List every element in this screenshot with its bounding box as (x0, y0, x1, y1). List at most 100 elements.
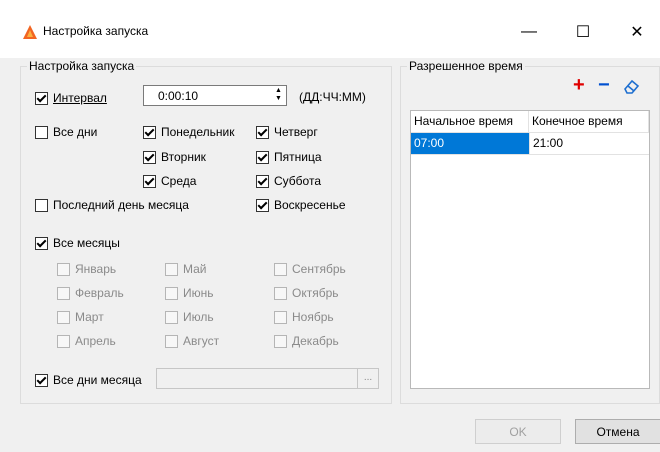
spin-arrows[interactable]: ▲ ▼ (274, 87, 283, 104)
interval-checkbox[interactable]: Интервал (35, 91, 107, 105)
check-box[interactable] (57, 310, 70, 324)
spin-down-icon[interactable]: ▼ (274, 95, 283, 103)
month-april-checkbox[interactable]: Апрель (57, 334, 116, 348)
weekday-label: Суббота (274, 174, 321, 188)
month-february-checkbox[interactable]: Февраль (57, 286, 124, 300)
all-months-label: Все месяцы (53, 236, 120, 250)
check-box[interactable] (57, 286, 70, 300)
weekday-label: Воскресенье (274, 198, 346, 212)
month-label: Январь (75, 262, 117, 276)
interval-check-box[interactable] (35, 91, 48, 105)
window-title: Настройка запуска (43, 24, 149, 38)
interval-spinbox[interactable]: 0:00:10 ▲ ▼ (143, 85, 287, 106)
check-box[interactable] (256, 150, 269, 164)
interval-value[interactable]: 0:00:10 (158, 89, 198, 103)
interval-format-hint: (ДД:ЧЧ:ММ) (299, 90, 366, 104)
check-box[interactable] (165, 310, 178, 324)
ok-button[interactable]: OK (475, 419, 561, 444)
launch-settings-group-label: Настройка запуска (27, 59, 137, 73)
month-september-checkbox[interactable]: Сентябрь (274, 262, 346, 276)
month-december-checkbox[interactable]: Декабрь (274, 334, 339, 348)
all-month-days-checkbox[interactable]: Все дни месяца (35, 373, 142, 387)
month-may-checkbox[interactable]: Май (165, 262, 207, 276)
close-button[interactable]: ✕ (614, 14, 660, 50)
month-october-checkbox[interactable]: Октябрь (274, 286, 339, 300)
maximize-button[interactable]: ☐ (560, 14, 606, 50)
title-bar: Настройка запуска — ☐ ✕ (0, 0, 660, 58)
cancel-button[interactable]: Отмена (575, 419, 660, 444)
column-header-start[interactable]: Начальное время (411, 111, 529, 133)
month-march-checkbox[interactable]: Март (57, 310, 104, 324)
launch-settings-window: Настройка запуска — ☐ ✕ Настройка запуск… (0, 0, 660, 452)
minimize-button[interactable]: — (506, 14, 552, 50)
launch-settings-group: Настройка запуска (20, 59, 392, 404)
column-header-end[interactable]: Конечное время (529, 111, 649, 133)
month-label: Март (75, 310, 104, 324)
last-day-label: Последний день месяца (53, 198, 189, 212)
month-january-checkbox[interactable]: Январь (57, 262, 116, 276)
month-june-checkbox[interactable]: Июнь (165, 286, 214, 300)
check-box[interactable] (274, 286, 287, 300)
weekday-label: Пятница (274, 150, 322, 164)
eraser-icon[interactable] (623, 78, 641, 94)
month-july-checkbox[interactable]: Июль (165, 310, 214, 324)
month-days-field[interactable]: ... (156, 368, 379, 389)
month-label: Июль (183, 310, 214, 324)
month-label: Декабрь (292, 334, 339, 348)
weekday-friday-checkbox[interactable]: Пятница (256, 150, 322, 164)
spin-up-icon[interactable]: ▲ (274, 87, 283, 95)
all-month-days-label: Все дни месяца (53, 373, 142, 387)
add-row-button[interactable]: + (573, 75, 585, 95)
check-box[interactable] (165, 334, 178, 348)
weekday-monday-checkbox[interactable]: Понедельник (143, 125, 234, 139)
month-november-checkbox[interactable]: Ноябрь (274, 310, 334, 324)
check-box[interactable] (256, 174, 269, 188)
interval-label: Интервал (53, 91, 107, 105)
check-box[interactable] (57, 334, 70, 348)
last-day-check-box[interactable] (35, 198, 48, 212)
all-days-check-box[interactable] (35, 125, 48, 139)
check-box[interactable] (274, 334, 287, 348)
browse-button[interactable]: ... (357, 369, 378, 388)
check-box[interactable] (143, 174, 156, 188)
app-logo-icon (23, 25, 37, 39)
check-box[interactable] (57, 262, 70, 276)
all-days-label: Все дни (53, 125, 98, 139)
remove-row-button[interactable]: − (598, 75, 610, 95)
month-label: Ноябрь (292, 310, 334, 324)
month-label: Февраль (75, 286, 124, 300)
check-box[interactable] (274, 262, 287, 276)
all-month-days-check-box[interactable] (35, 373, 48, 387)
month-label: Апрель (75, 334, 116, 348)
all-days-checkbox[interactable]: Все дни (35, 125, 97, 139)
weekday-tuesday-checkbox[interactable]: Вторник (143, 150, 206, 164)
weekday-sunday-checkbox[interactable]: Воскресенье (256, 198, 346, 212)
weekday-thursday-checkbox[interactable]: Четверг (256, 125, 318, 139)
allowed-time-table[interactable]: Начальное время Конечное время 07:00 21:… (410, 110, 650, 389)
check-box[interactable] (165, 286, 178, 300)
check-box[interactable] (256, 125, 269, 139)
check-box[interactable] (274, 310, 287, 324)
check-box[interactable] (165, 262, 178, 276)
month-label: Сентябрь (292, 262, 346, 276)
weekday-label: Понедельник (161, 125, 235, 139)
weekday-label: Среда (161, 174, 197, 188)
weekday-saturday-checkbox[interactable]: Суббота (256, 174, 321, 188)
weekday-label: Четверг (274, 125, 318, 139)
month-label: Май (183, 262, 207, 276)
table-cell-end[interactable]: 21:00 (529, 133, 649, 155)
check-box[interactable] (143, 125, 156, 139)
table-cell-start[interactable]: 07:00 (411, 133, 529, 155)
month-label: Август (183, 334, 220, 348)
last-day-checkbox[interactable]: Последний день месяца (35, 198, 189, 212)
check-box[interactable] (143, 150, 156, 164)
month-august-checkbox[interactable]: Август (165, 334, 219, 348)
weekday-label: Вторник (161, 150, 206, 164)
check-box[interactable] (256, 198, 269, 212)
weekday-wednesday-checkbox[interactable]: Среда (143, 174, 196, 188)
all-months-check-box[interactable] (35, 236, 48, 250)
all-months-checkbox[interactable]: Все месяцы (35, 236, 120, 250)
allowed-time-group-label: Разрешенное время (407, 59, 525, 73)
month-label: Июнь (183, 286, 214, 300)
month-label: Октябрь (292, 286, 339, 300)
